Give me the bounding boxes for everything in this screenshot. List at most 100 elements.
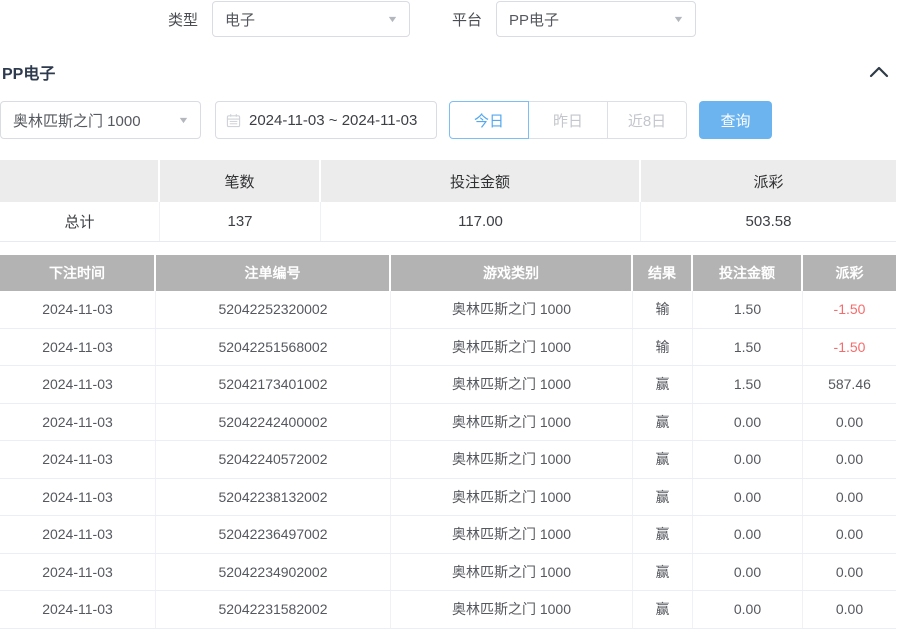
detail-table: 下注时间 注单编号 游戏类别 结果 投注金额 派彩 2024-11-035204… [0,255,896,629]
summary-header-payout: 派彩 [641,160,896,202]
game-category-cell: 奥林匹斯之门 1000 [391,291,633,328]
game-category-cell: 奥林匹斯之门 1000 [391,329,633,366]
result-cell: 赢 [633,516,693,553]
bet-time-cell: 2024-11-03 [0,554,156,591]
type-select[interactable]: 电子 ▼ [212,1,410,37]
header-bet-id: 注单编号 [156,255,391,291]
table-row: 2024-11-0352042251568002奥林匹斯之门 1000输1.50… [0,329,896,367]
game-select[interactable]: 奥林匹斯之门 1000 ▼ [0,101,201,139]
bet-amount-cell: 0.00 [693,479,803,516]
chevron-down-icon: ▼ [386,14,398,24]
bet-id-cell: 52042240572002 [156,441,391,478]
bet-time-cell: 2024-11-03 [0,291,156,328]
bet-time-cell: 2024-11-03 [0,329,156,366]
chevron-down-icon: ▼ [177,115,189,125]
table-row: 2024-11-0352042173401002奥林匹斯之门 1000赢1.50… [0,366,896,404]
summary-total-row: 总计 137 117.00 503.58 [0,202,896,242]
bet-time-cell: 2024-11-03 [0,404,156,441]
section-title: PP电子 [2,60,55,84]
bet-id-cell: 52042242400002 [156,404,391,441]
bet-id-cell: 52042238132002 [156,479,391,516]
detail-table-header: 下注时间 注单编号 游戏类别 结果 投注金额 派彩 [0,255,896,291]
header-bet-amount: 投注金额 [693,255,803,291]
platform-select-value: PP电子 [509,9,559,30]
header-result: 结果 [633,255,693,291]
summary-header-count: 笔数 [160,160,321,202]
chevron-down-icon: ▼ [672,14,684,24]
summary-count-value: 137 [160,202,321,241]
bet-id-cell: 52042236497002 [156,516,391,553]
top-filter-bar: 类型 电子 ▼ 平台 PP电子 ▼ [0,0,903,38]
payout-cell: -1.50 [803,329,896,366]
bet-amount-cell: 0.00 [693,554,803,591]
result-cell: 赢 [633,404,693,441]
game-category-cell: 奥林匹斯之门 1000 [391,404,633,441]
date-range-picker[interactable]: 2024-11-03 ~ 2024-11-03 [215,101,437,139]
section-header: PP电子 [0,59,903,85]
table-row: 2024-11-0352042242400002奥林匹斯之门 1000赢0.00… [0,404,896,442]
bet-id-cell: 52042234902002 [156,554,391,591]
quick-filter-today[interactable]: 今日 [449,101,529,139]
type-label: 类型 [168,9,198,30]
result-cell: 赢 [633,441,693,478]
payout-cell: 0.00 [803,516,896,553]
query-bar: 奥林匹斯之门 1000 ▼ 2024-11-03 ~ 2024-11-03 今日… [0,101,903,139]
summary-table-header: 笔数 投注金额 派彩 [0,160,896,202]
game-category-cell: 奥林匹斯之门 1000 [391,441,633,478]
payout-cell: 0.00 [803,591,896,628]
header-payout: 派彩 [803,255,896,291]
bet-amount-cell: 0.00 [693,591,803,628]
summary-table: 笔数 投注金额 派彩 总计 137 117.00 503.58 [0,160,896,242]
result-cell: 输 [633,329,693,366]
summary-header-bet-amount: 投注金额 [321,160,641,202]
bet-amount-cell: 1.50 [693,329,803,366]
bet-time-cell: 2024-11-03 [0,591,156,628]
payout-cell: 587.46 [803,366,896,403]
bet-id-cell: 52042231582002 [156,591,391,628]
platform-label: 平台 [452,9,482,30]
bet-time-cell: 2024-11-03 [0,479,156,516]
bet-time-cell: 2024-11-03 [0,441,156,478]
table-row: 2024-11-0352042236497002奥林匹斯之门 1000赢0.00… [0,516,896,554]
bet-time-cell: 2024-11-03 [0,516,156,553]
header-bet-time: 下注时间 [0,255,156,291]
game-category-cell: 奥林匹斯之门 1000 [391,591,633,628]
result-cell: 赢 [633,591,693,628]
bet-amount-cell: 0.00 [693,441,803,478]
payout-cell: 0.00 [803,404,896,441]
result-cell: 赢 [633,554,693,591]
header-game-category: 游戏类别 [391,255,633,291]
table-row: 2024-11-0352042231582002奥林匹斯之门 1000赢0.00… [0,591,896,629]
bet-id-cell: 52042252320002 [156,291,391,328]
table-row: 2024-11-0352042240572002奥林匹斯之门 1000赢0.00… [0,441,896,479]
collapse-button[interactable] [869,66,889,78]
type-select-value: 电子 [225,9,255,30]
payout-cell: 0.00 [803,441,896,478]
summary-header-empty [0,160,160,202]
date-range-value: 2024-11-03 ~ 2024-11-03 [249,112,417,129]
bet-time-cell: 2024-11-03 [0,366,156,403]
search-button[interactable]: 查询 [699,101,772,139]
summary-payout-value: 503.58 [641,202,896,241]
result-cell: 赢 [633,479,693,516]
payout-cell: -1.50 [803,291,896,328]
bet-amount-cell: 1.50 [693,366,803,403]
calendar-icon [226,113,241,128]
quick-filter-group: 今日 昨日 近8日 [449,101,687,139]
summary-total-label: 总计 [0,202,160,241]
detail-table-body: 2024-11-0352042252320002奥林匹斯之门 1000输1.50… [0,291,896,629]
bet-amount-cell: 1.50 [693,291,803,328]
platform-select[interactable]: PP电子 ▼ [496,1,696,37]
table-row: 2024-11-0352042234902002奥林匹斯之门 1000赢0.00… [0,554,896,592]
game-category-cell: 奥林匹斯之门 1000 [391,554,633,591]
game-select-value: 奥林匹斯之门 1000 [13,110,141,131]
bet-amount-cell: 0.00 [693,404,803,441]
chevron-up-icon [869,66,889,78]
table-row: 2024-11-0352042238132002奥林匹斯之门 1000赢0.00… [0,479,896,517]
bet-id-cell: 52042251568002 [156,329,391,366]
bet-id-cell: 52042173401002 [156,366,391,403]
quick-filter-last8days[interactable]: 近8日 [607,101,687,139]
game-category-cell: 奥林匹斯之门 1000 [391,366,633,403]
game-category-cell: 奥林匹斯之门 1000 [391,479,633,516]
quick-filter-yesterday[interactable]: 昨日 [528,101,608,139]
